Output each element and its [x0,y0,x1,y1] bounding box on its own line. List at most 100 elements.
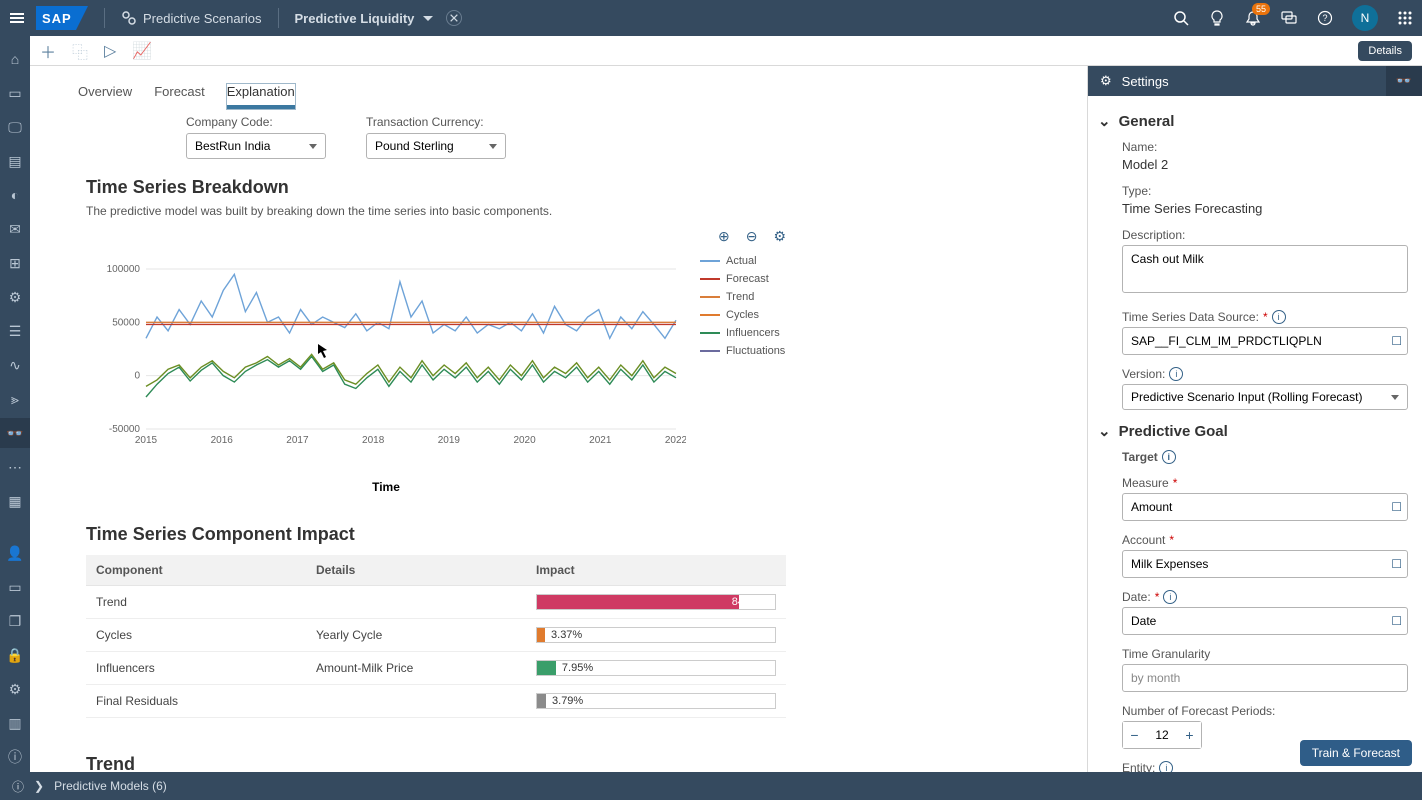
company-code-select[interactable]: BestRun India [186,133,326,159]
rail-user-icon[interactable]: 👤 [0,538,30,568]
rail-pulse-icon[interactable]: ∿ [0,350,30,380]
impact-cell-bar: 3.79% [526,685,786,718]
type-value: Time Series Forecasting [1122,201,1408,216]
chart-export-icon[interactable]: 📈 [132,41,152,61]
svg-text:2016: 2016 [211,435,234,446]
account-field[interactable] [1122,550,1408,578]
impact-cell-details: Yearly Cycle [306,619,526,652]
account-label: Account* [1122,533,1408,547]
chart-x-axis-label: Time [86,480,686,494]
group-predictive-goal[interactable]: ⌄ Predictive Goal [1098,422,1408,440]
train-forecast-button[interactable]: Train & Forecast [1300,740,1412,766]
add-icon[interactable]: ＋ [40,39,56,63]
description-field[interactable] [1122,245,1408,293]
measure-field[interactable] [1122,493,1408,521]
rail-layers-icon[interactable]: ❐ [0,606,30,636]
rail-settings2-icon[interactable]: ⚙ [0,674,30,704]
rail-calendar-icon[interactable]: ▦ [0,486,30,516]
svg-text:2019: 2019 [438,435,461,446]
periods-stepper[interactable]: − + [1122,721,1202,749]
designer-icon[interactable]: 👓 [1386,66,1422,96]
legend-forecast: Forecast [726,273,769,285]
value-help-icon[interactable]: ☐ [1391,614,1402,628]
rail-home-icon[interactable]: ⌂ [0,44,30,74]
table-row: Cycles Yearly Cycle 3.37% [86,619,786,652]
details-button[interactable]: Details [1358,41,1412,61]
rail-monitor-icon[interactable]: 🖵 [0,112,30,142]
rail-sphere-icon[interactable]: ◐ [0,180,30,210]
play-icon[interactable]: ▷ [104,41,116,61]
target-label: Targeti [1122,450,1408,464]
tab-forecast[interactable]: Forecast [154,84,205,109]
avatar[interactable]: N [1352,5,1378,31]
periods-label: Number of Forecast Periods: [1122,704,1408,718]
info-icon[interactable]: i [1163,590,1177,604]
rail-share-icon[interactable]: ⪢ [0,384,30,414]
discussion-icon[interactable] [1280,9,1298,27]
chart-section-desc: The predictive model was built by breaki… [86,204,1051,218]
rail-files-icon[interactable]: ▭ [0,78,30,108]
chart-section-title: Time Series Breakdown [86,177,1051,198]
stepper-minus[interactable]: − [1123,722,1146,748]
source-label: Time Series Data Source:*i [1122,310,1408,324]
periods-value[interactable] [1146,728,1178,742]
rail-message-icon[interactable]: ✉ [0,214,30,244]
rail-info-icon[interactable]: ⓘ [0,742,30,772]
rail-admin-icon[interactable]: ▥ [0,708,30,738]
tab-overview[interactable]: Overview [78,84,132,109]
settings-header: ⚙ Settings 👓 [1088,66,1422,96]
menu-icon[interactable] [8,9,26,27]
rail-more-icon[interactable]: ⋯ [0,452,30,482]
impact-col-impact: Impact [526,555,786,586]
rail-list-icon[interactable]: ☰ [0,316,30,346]
help-icon[interactable]: ? [1316,9,1334,27]
close-tab-icon[interactable] [446,10,462,26]
rail-book-icon[interactable]: ▭ [0,572,30,602]
group-general[interactable]: ⌄ General [1098,112,1408,130]
granularity-field[interactable] [1122,664,1408,692]
search-icon[interactable] [1172,9,1190,27]
impact-cell-details: Amount-Milk Price [306,652,526,685]
info-icon[interactable]: i [1159,761,1173,772]
rail-org-icon[interactable]: ⊞ [0,248,30,278]
value-help-icon[interactable]: ☐ [1391,557,1402,571]
zoom-out-icon[interactable]: ⊖ [746,228,758,245]
version-select[interactable]: Predictive Scenario Input (Rolling Forec… [1122,384,1408,410]
value-help-icon[interactable]: ☐ [1391,334,1402,348]
stepper-plus[interactable]: + [1178,722,1201,748]
info-icon[interactable]: i [1162,450,1176,464]
svg-text:2020: 2020 [513,435,536,446]
rail-present-icon[interactable]: ▤ [0,146,30,176]
idea-icon[interactable] [1208,9,1226,27]
breadcrumb-item-1[interactable]: Predictive Scenarios [143,11,262,26]
info-icon[interactable]: i [1169,367,1183,381]
breadcrumb[interactable]: Predictive Scenarios [121,10,262,26]
rail-gear-icon[interactable]: ⚙ [0,282,30,312]
rail-predictive-icon[interactable]: 👓 [0,418,30,448]
svg-text:0: 0 [134,371,140,382]
app-grid-icon[interactable] [1396,9,1414,27]
notification-icon[interactable]: 55 [1244,9,1262,27]
legend-fluctuations: Fluctuations [726,345,785,357]
breadcrumb-current[interactable]: Predictive Liquidity [295,10,437,26]
source-field[interactable] [1122,327,1408,355]
predictive-models-label[interactable]: Predictive Models (6) [54,779,167,793]
legend-trend: Trend [726,291,754,303]
svg-text:2021: 2021 [589,435,612,446]
currency-select[interactable]: Pound Sterling [366,133,506,159]
rail-lock-icon[interactable]: 🔒 [0,640,30,670]
scrollable-content[interactable]: Overview Forecast Explanation Company Co… [30,66,1087,772]
zoom-in-icon[interactable]: ⊕ [718,228,730,245]
copy-icon[interactable]: ⿻ [72,39,88,63]
version-label: Version:i [1122,367,1408,381]
date-field[interactable] [1122,607,1408,635]
info-icon[interactable]: i [1272,310,1286,324]
svg-text:-50000: -50000 [109,424,141,435]
value-help-icon[interactable]: ☐ [1391,500,1402,514]
svg-text:2017: 2017 [286,435,309,446]
svg-text:2022: 2022 [665,435,686,446]
chart-settings-icon[interactable]: ⚙ [773,228,786,245]
status-info-icon[interactable]: ⓘ [12,778,24,795]
tab-explanation[interactable]: Explanation [227,84,295,109]
expand-icon[interactable]: ❯ [34,779,44,793]
